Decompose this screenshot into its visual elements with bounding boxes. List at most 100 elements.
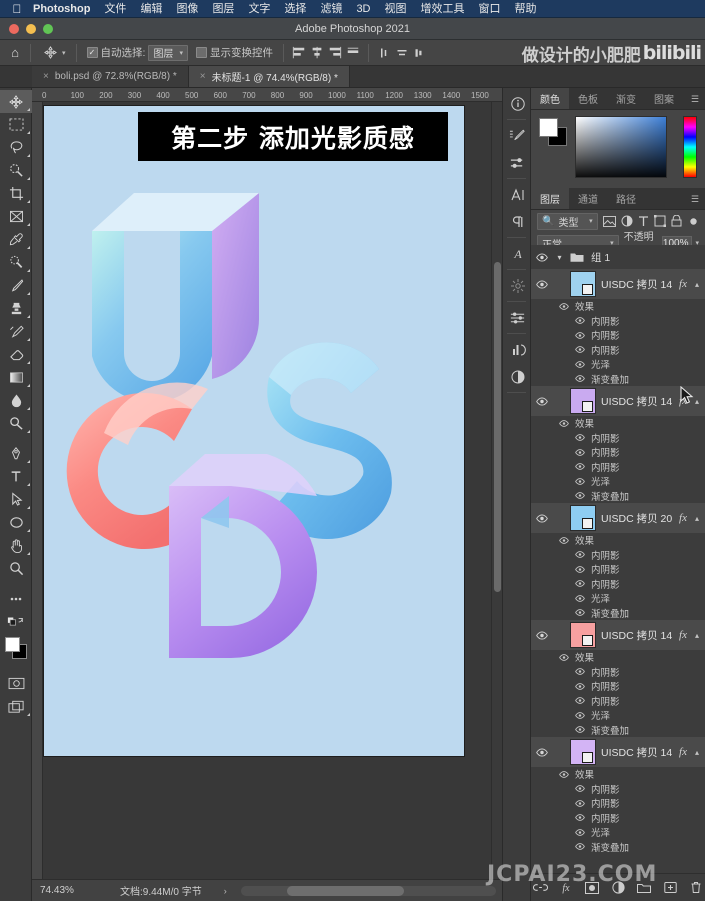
eye-icon[interactable] bbox=[557, 302, 570, 310]
menu-item-filter[interactable]: 滤镜 bbox=[313, 0, 349, 18]
layer-row[interactable]: UISDC 拷贝 14 fx ▴ bbox=[531, 386, 705, 416]
align-left-edges-icon[interactable] bbox=[290, 44, 308, 62]
effect-row[interactable]: 内阴影 bbox=[557, 314, 705, 329]
show-transform-checkbox[interactable] bbox=[195, 47, 207, 58]
eye-icon[interactable] bbox=[573, 477, 586, 485]
filter-power-icon[interactable] bbox=[688, 213, 699, 229]
properties-icon[interactable] bbox=[503, 363, 532, 390]
eye-icon[interactable] bbox=[535, 390, 549, 412]
brush-settings-icon[interactable] bbox=[503, 122, 532, 149]
type-tool-icon[interactable] bbox=[0, 465, 32, 488]
smartobject-filter-icon[interactable] bbox=[671, 213, 682, 229]
color-swatches[interactable] bbox=[539, 118, 567, 146]
tab-channels[interactable]: 通道 bbox=[569, 188, 607, 209]
layer-thumbnail[interactable] bbox=[570, 505, 596, 531]
apple-logo-icon[interactable]:  bbox=[8, 2, 26, 16]
eyedropper-tool-icon[interactable] bbox=[0, 228, 32, 251]
tab-gradients[interactable]: 渐变 bbox=[607, 88, 645, 109]
layer-filter-dropdown[interactable]: 🔍 类型 ▾ bbox=[537, 212, 598, 230]
effect-row[interactable]: 内阴影 bbox=[557, 665, 705, 680]
eye-icon[interactable] bbox=[573, 492, 586, 500]
layer-mask-icon[interactable] bbox=[585, 880, 600, 895]
menu-item-layer[interactable]: 图层 bbox=[205, 0, 241, 18]
effect-row[interactable]: 内阴影 bbox=[557, 796, 705, 811]
dodge-tool-icon[interactable] bbox=[0, 412, 32, 435]
effect-row[interactable]: 光泽 bbox=[557, 357, 705, 372]
eye-icon[interactable] bbox=[573, 448, 586, 456]
menu-item-plugins[interactable]: 增效工具 bbox=[414, 0, 472, 18]
foreground-color-swatch[interactable] bbox=[539, 118, 558, 137]
effect-row[interactable]: 内阴影 bbox=[557, 679, 705, 694]
align-right-edges-icon[interactable] bbox=[326, 44, 344, 62]
eye-icon[interactable] bbox=[573, 565, 586, 573]
eye-icon[interactable] bbox=[573, 711, 586, 719]
eye-icon[interactable] bbox=[573, 799, 586, 807]
document-tab-boli[interactable]: × boli.psd @ 72.8%(RGB/8) * bbox=[32, 66, 189, 87]
new-group-icon[interactable] bbox=[637, 880, 652, 895]
chevron-up-icon[interactable]: ▴ bbox=[695, 631, 705, 640]
menu-item-window[interactable]: 窗口 bbox=[472, 0, 508, 18]
chevron-up-icon[interactable]: ▴ bbox=[695, 514, 705, 523]
eraser-tool-icon[interactable] bbox=[0, 343, 32, 366]
frame-tool-icon[interactable] bbox=[0, 205, 32, 228]
eye-icon[interactable] bbox=[535, 741, 549, 763]
menu-item-photoshop[interactable]: Photoshop bbox=[26, 0, 97, 18]
zoom-tool-icon[interactable] bbox=[0, 557, 32, 580]
status-expand-icon[interactable]: › bbox=[202, 886, 227, 896]
show-transform-option[interactable]: 显示变换控件 bbox=[192, 43, 277, 63]
character-icon[interactable] bbox=[503, 181, 532, 208]
layer-thumbnail[interactable] bbox=[570, 739, 596, 765]
quick-select-tool-icon[interactable] bbox=[0, 159, 32, 182]
tool-presets-icon[interactable] bbox=[503, 149, 532, 176]
eye-icon[interactable] bbox=[573, 785, 586, 793]
layer-thumbnail[interactable] bbox=[570, 622, 596, 648]
layer-group-row[interactable]: ▾ 组 1 bbox=[531, 245, 705, 269]
eye-icon[interactable] bbox=[557, 536, 570, 544]
history-brush-tool-icon[interactable] bbox=[0, 320, 32, 343]
eye-icon[interactable] bbox=[557, 653, 570, 661]
healing-brush-tool-icon[interactable] bbox=[0, 251, 32, 274]
more-tools-icon[interactable] bbox=[0, 587, 32, 610]
tab-patterns[interactable]: 图案 bbox=[645, 88, 683, 109]
horizontal-scrollbar[interactable] bbox=[240, 885, 496, 896]
blur-tool-icon[interactable] bbox=[0, 389, 32, 412]
effect-row[interactable]: 内阴影 bbox=[557, 460, 705, 475]
layer-thumbnail[interactable] bbox=[570, 388, 596, 414]
histogram-icon[interactable] bbox=[503, 336, 532, 363]
effects-group-row[interactable]: 效果 bbox=[557, 650, 705, 665]
layer-fx-badge[interactable]: fx bbox=[679, 395, 690, 407]
effects-group-row[interactable]: 效果 bbox=[557, 767, 705, 782]
effect-row[interactable]: 渐变叠加 bbox=[557, 372, 705, 387]
distribute-vertical-icon[interactable] bbox=[375, 44, 393, 62]
canvas-area[interactable]: 第二步 添加光影质感 bbox=[43, 102, 502, 879]
new-layer-icon[interactable] bbox=[663, 880, 678, 895]
move-tool-icon[interactable] bbox=[0, 90, 32, 113]
effect-row[interactable]: 内阴影 bbox=[557, 811, 705, 826]
adjustments-icon[interactable] bbox=[503, 304, 532, 331]
effect-row[interactable]: 光泽 bbox=[557, 708, 705, 723]
color-panel[interactable] bbox=[531, 110, 705, 188]
gradient-tool-icon[interactable] bbox=[0, 366, 32, 389]
auto-select-checkbox[interactable]: ✓ bbox=[86, 47, 98, 58]
artboard[interactable]: 第二步 添加光影质感 bbox=[44, 106, 464, 756]
effect-row[interactable]: 内阴影 bbox=[557, 445, 705, 460]
effect-row[interactable]: 光泽 bbox=[557, 474, 705, 489]
eye-icon[interactable] bbox=[557, 770, 570, 778]
menu-item-view[interactable]: 视图 bbox=[378, 0, 414, 18]
layer-list[interactable]: ▾ 组 1 UISDC 拷贝 14 fx ▴ 效果 内阴影 内阴影 内阴影 光泽 渐变叠加 UISDC… bbox=[531, 245, 705, 873]
eye-icon[interactable] bbox=[573, 609, 586, 617]
menu-item-select[interactable]: 选择 bbox=[277, 0, 313, 18]
align-more-icon[interactable] bbox=[411, 44, 429, 62]
eye-icon[interactable] bbox=[535, 624, 549, 646]
effect-row[interactable]: 渐变叠加 bbox=[557, 723, 705, 738]
clone-stamp-tool-icon[interactable] bbox=[0, 297, 32, 320]
active-tool-selector[interactable]: ▾ bbox=[37, 43, 70, 63]
foreground-color-swatch[interactable] bbox=[5, 637, 20, 652]
menu-item-file[interactable]: 文件 bbox=[97, 0, 133, 18]
eye-icon[interactable] bbox=[573, 375, 586, 383]
eye-icon[interactable] bbox=[573, 682, 586, 690]
path-selection-tool-icon[interactable] bbox=[0, 488, 32, 511]
shape-filter-icon[interactable] bbox=[654, 213, 667, 229]
effects-group-row[interactable]: 效果 bbox=[557, 416, 705, 431]
eye-icon[interactable] bbox=[573, 697, 586, 705]
